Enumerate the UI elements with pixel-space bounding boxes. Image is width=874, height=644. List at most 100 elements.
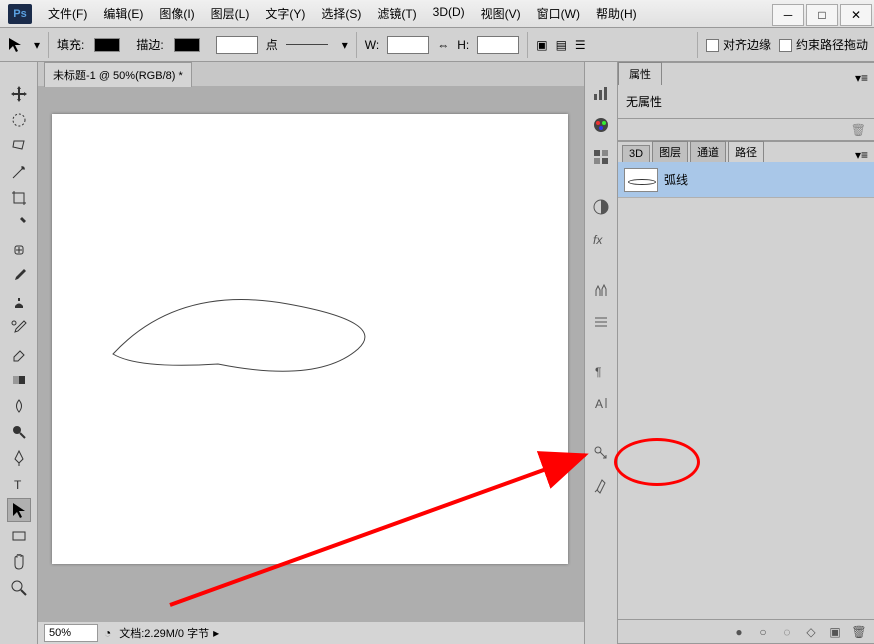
menu-select[interactable]: 选择(S) [313, 0, 369, 28]
properties-tab[interactable]: 属性 [618, 62, 662, 85]
new-path-icon[interactable]: ▣ [828, 625, 842, 639]
svg-text:A: A [595, 397, 603, 411]
blur-tool[interactable] [7, 394, 31, 418]
status-bar: 50% ◔ 文档:2.29M/0 字节 ▸ [38, 622, 584, 644]
path-selection-tool[interactable] [7, 498, 31, 522]
tool-presets-icon[interactable] [590, 474, 612, 496]
color-panel-icon[interactable] [590, 114, 612, 136]
clone-stamp-tool[interactable] [7, 290, 31, 314]
document-tab-bar: 未标题-1 @ 50%(RGB/8) * [38, 62, 584, 86]
svg-text:T: T [14, 478, 22, 492]
canvas-viewport[interactable] [38, 86, 584, 622]
healing-brush-tool[interactable] [7, 238, 31, 262]
rectangle-tool[interactable] [7, 524, 31, 548]
path-item[interactable]: 弧线 [618, 162, 874, 198]
character-panel-icon[interactable]: A [590, 392, 612, 414]
stroke-style-dropdown[interactable] [286, 38, 334, 52]
panels-column: 属性 ▾≡ 无属性 🗑 3D 图层 通道 路径 ▾≡ [618, 62, 874, 644]
type-tool[interactable]: T [7, 472, 31, 496]
stroke-swatch[interactable] [174, 38, 200, 52]
separator [48, 32, 49, 58]
pen-tool[interactable] [7, 446, 31, 470]
marquee-tool[interactable] [7, 108, 31, 132]
gradient-tool[interactable] [7, 368, 31, 392]
doc-info-dropdown[interactable]: ▸ [213, 626, 219, 640]
canvas[interactable] [52, 114, 568, 564]
clone-source-icon[interactable] [590, 442, 612, 464]
3d-tab[interactable]: 3D [622, 145, 650, 162]
trash-icon[interactable]: 🗑 [851, 123, 866, 137]
dodge-tool[interactable] [7, 420, 31, 444]
window-controls: ─ □ ✕ [772, 2, 874, 26]
layers-tab[interactable]: 图层 [652, 141, 688, 162]
fill-label: 填充: [57, 36, 84, 53]
constrain-checkbox[interactable] [779, 39, 792, 52]
no-properties-text: 无属性 [626, 95, 662, 109]
styles-panel-icon[interactable]: fx [590, 228, 612, 250]
stroke-path-icon[interactable]: ○ [756, 625, 770, 639]
paths-tab[interactable]: 路径 [728, 141, 764, 162]
paragraph-panel-icon[interactable]: ¶ [590, 360, 612, 382]
swatches-panel-icon[interactable] [590, 146, 612, 168]
properties-footer: 🗑 [618, 118, 874, 140]
brushes-panel-icon[interactable] [590, 278, 612, 300]
eraser-tool[interactable] [7, 342, 31, 366]
delete-path-icon[interactable]: 🗑 [852, 625, 866, 639]
link-wh-icon[interactable]: ⇔ [437, 38, 449, 52]
path-arrange-icon[interactable]: ☰ [575, 38, 586, 52]
width-input[interactable] [387, 36, 429, 54]
zoom-tool[interactable] [7, 576, 31, 600]
minimize-button[interactable]: ─ [772, 4, 804, 26]
panel-menu-icon[interactable]: ▾≡ [855, 71, 874, 85]
path-to-selection-icon[interactable]: ◌ [780, 625, 794, 639]
eyedropper-tool[interactable] [7, 212, 31, 236]
magic-wand-tool[interactable] [7, 160, 31, 184]
selection-to-path-icon[interactable]: ◇ [804, 625, 818, 639]
paths-list[interactable]: 弧线 [618, 162, 874, 619]
status-icon[interactable]: ◔ [104, 626, 111, 640]
lasso-tool[interactable] [7, 134, 31, 158]
adjustments-panel-icon[interactable] [590, 196, 612, 218]
menu-window[interactable]: 窗口(W) [529, 0, 588, 28]
menu-file[interactable]: 文件(F) [40, 0, 95, 28]
current-tool-icon[interactable] [6, 35, 26, 55]
crop-tool[interactable] [7, 186, 31, 210]
document-tab[interactable]: 未标题-1 @ 50%(RGB/8) * [44, 62, 192, 87]
brush-tool[interactable] [7, 264, 31, 288]
align-edges-label: 对齐边缘 [723, 38, 771, 52]
path-ops-icon[interactable]: ▣ [536, 38, 547, 52]
height-input[interactable] [477, 36, 519, 54]
svg-text:fx: fx [593, 233, 603, 247]
menu-edit[interactable]: 编辑(E) [95, 0, 151, 28]
hand-tool[interactable] [7, 550, 31, 574]
constrain-label: 约束路径拖动 [796, 38, 868, 52]
right-dock: fx ¶ A 属性 ▾≡ 无属性 🗑 [584, 62, 874, 644]
histogram-panel-icon[interactable] [590, 82, 612, 104]
panel-menu-icon[interactable]: ▾≡ [855, 148, 874, 162]
maximize-button[interactable]: □ [806, 4, 838, 26]
arc-path-shape[interactable] [108, 294, 388, 384]
menu-image[interactable]: 图像(I) [151, 0, 202, 28]
zoom-level-input[interactable]: 50% [44, 624, 98, 642]
align-edges-checkbox[interactable] [706, 39, 719, 52]
menu-type[interactable]: 文字(Y) [257, 0, 313, 28]
separator [356, 32, 357, 58]
menu-view[interactable]: 视图(V) [473, 0, 529, 28]
separator [697, 32, 698, 58]
fill-swatch[interactable] [94, 38, 120, 52]
menu-layer[interactable]: 图层(L) [203, 0, 258, 28]
toolbox: T [0, 62, 38, 644]
fill-path-icon[interactable]: ● [732, 625, 746, 639]
close-button[interactable]: ✕ [840, 4, 872, 26]
history-brush-tool[interactable] [7, 316, 31, 340]
menu-help[interactable]: 帮助(H) [588, 0, 645, 28]
menu-3d[interactable]: 3D(D) [425, 0, 473, 28]
main-area: T 未标题-1 @ 50%(RGB/8) * 50% ◔ 文档:2.29M/0 … [0, 62, 874, 644]
menu-filter[interactable]: 滤镜(T) [369, 0, 424, 28]
path-align-icon[interactable]: ▤ [556, 38, 567, 52]
channels-tab[interactable]: 通道 [690, 141, 726, 162]
brush-presets-icon[interactable] [590, 310, 612, 332]
path-thumbnail[interactable] [624, 168, 658, 192]
move-tool[interactable] [7, 82, 31, 106]
stroke-width-input[interactable] [216, 36, 258, 54]
